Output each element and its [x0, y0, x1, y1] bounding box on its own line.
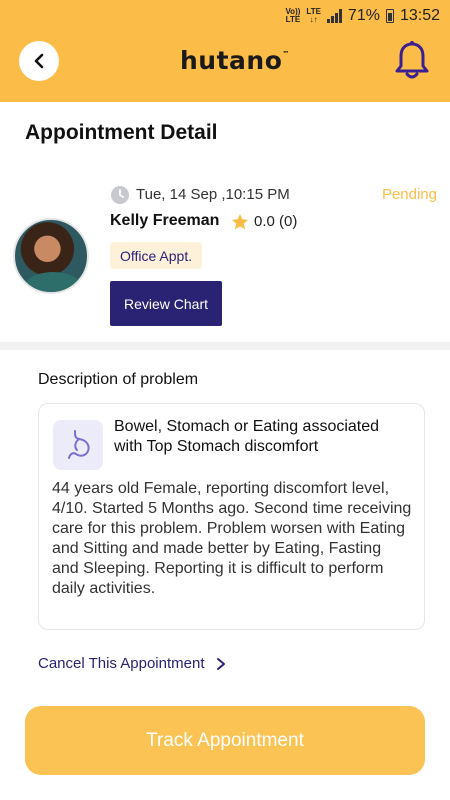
- cancel-appointment-label: Cancel This Appointment: [38, 655, 205, 672]
- patient-name: Kelly Freeman: [110, 212, 220, 229]
- bell-icon: [395, 41, 429, 79]
- notifications-button[interactable]: [394, 40, 430, 80]
- chevron-right-icon: [216, 657, 225, 670]
- rating-value: 0.0 (0): [254, 213, 298, 230]
- app-bar: hutano™: [0, 32, 450, 102]
- status-badge: Pending: [381, 186, 437, 203]
- lte-indicator: LTE ↓↑: [306, 7, 321, 24]
- hutano-logo: hutano™: [180, 46, 290, 75]
- network-indicator: Vo)) LTE: [285, 7, 301, 24]
- clock-time: 13:52: [399, 7, 440, 24]
- signal-icon: [326, 9, 342, 23]
- status-bar: Vo)) LTE LTE ↓↑ 71% 13:52: [0, 0, 450, 32]
- appointment-card: Tue, 14 Sep ,10:15 PM Pending Kelly Free…: [0, 170, 450, 342]
- review-chart-button[interactable]: Review Chart: [110, 281, 222, 326]
- battery-percent: 71%: [347, 7, 380, 24]
- track-appointment-button[interactable]: Track Appointment: [25, 706, 425, 775]
- stomach-icon: [53, 420, 103, 470]
- patient-avatar: [13, 218, 89, 294]
- section-divider: [0, 342, 450, 350]
- chevron-left-icon: [34, 53, 44, 69]
- back-button[interactable]: [19, 41, 59, 81]
- appointment-type-badge: Office Appt.: [110, 242, 203, 269]
- problem-description: 44 years old Female, reporting discomfor…: [52, 480, 412, 597]
- description-heading: Description of problem: [38, 371, 199, 388]
- page-title: Appointment Detail: [25, 121, 218, 144]
- appointment-datetime: Tue, 14 Sep ,10:15 PM: [136, 186, 290, 203]
- description-card: Bowel, Stomach or Eating associated with…: [38, 403, 425, 630]
- battery-icon: [385, 9, 394, 23]
- cancel-appointment-link[interactable]: Cancel This Appointment: [38, 655, 227, 672]
- clock-icon: [111, 186, 129, 204]
- problem-title: Bowel, Stomach or Eating associated with…: [114, 418, 380, 455]
- star-icon: [231, 213, 249, 230]
